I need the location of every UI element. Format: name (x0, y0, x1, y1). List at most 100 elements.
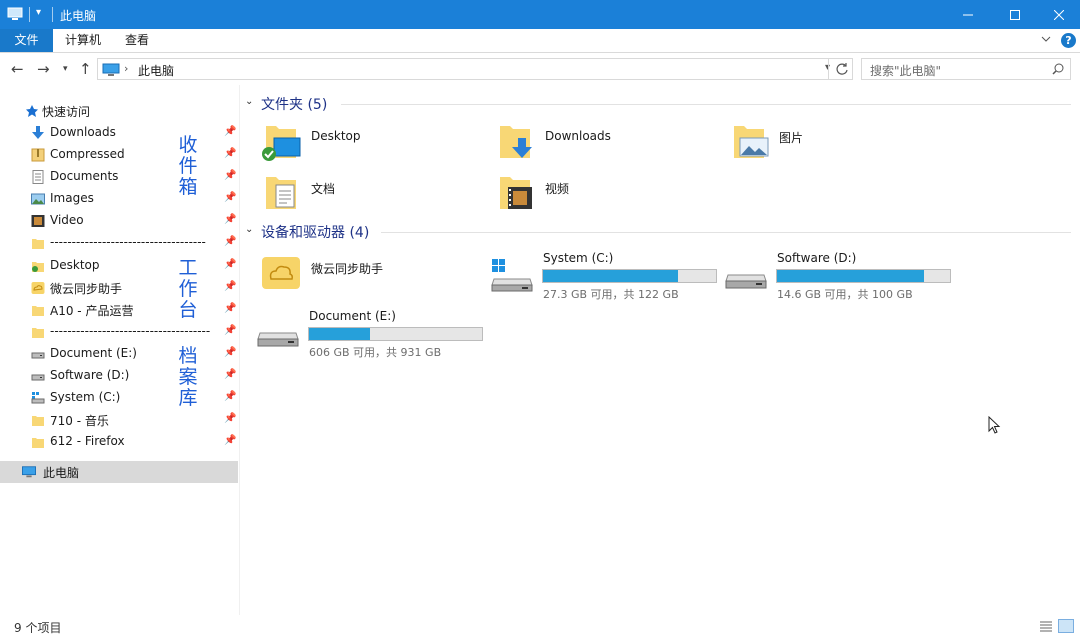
sidebar-item-images[interactable]: Images 📌 (0, 188, 238, 210)
devices-group-header[interactable]: ⌄ 设备和驱动器 (4) (245, 222, 1075, 242)
sidebar-item-710[interactable]: 710 - 音乐 📌 (0, 409, 238, 431)
drive-name: System (C:) (543, 251, 614, 265)
folder-label: 视频 (545, 182, 570, 196)
breadcrumb-chevron-icon[interactable]: › (124, 62, 128, 75)
sidebar-item-weiyun[interactable]: 微云同步助手 📌 (0, 277, 238, 299)
pin-icon[interactable]: 📌 (224, 236, 236, 247)
tab-view[interactable]: 查看 (125, 29, 149, 52)
search-placeholder: 搜索"此电脑" (870, 64, 942, 78)
sidebar-item-label: Document (E:) (50, 346, 137, 360)
search-icon[interactable] (1052, 63, 1064, 75)
sidebar-item-documents[interactable]: Documents 📌 (0, 166, 238, 188)
sidebar-item-label: 710 - 音乐 (50, 414, 109, 428)
drive-c[interactable]: System (C:) 27.3 GB 可用，共 122 GB (477, 245, 717, 305)
pin-icon[interactable]: 📌 (224, 413, 236, 424)
details-view-icon[interactable] (1039, 619, 1053, 633)
pin-icon[interactable]: 📌 (224, 303, 236, 314)
minimize-button[interactable] (945, 0, 990, 29)
folder-label: 图片 (779, 131, 804, 145)
tab-file[interactable]: 文件 (0, 29, 53, 52)
folder-documents[interactable]: 文档 (245, 167, 475, 215)
pin-icon[interactable]: 📌 (224, 148, 236, 159)
pin-icon[interactable]: 📌 (224, 192, 236, 203)
sidebar-item-label: ------------------------------------ (50, 235, 206, 249)
refresh-icon[interactable] (831, 58, 853, 80)
pin-icon[interactable]: 📌 (224, 347, 236, 358)
pin-icon[interactable]: 📌 (224, 391, 236, 402)
sidebar-item-label: 微云同步助手 (50, 282, 123, 296)
pin-icon[interactable]: 📌 (224, 126, 236, 137)
drive-free-space: 27.3 GB 可用，共 122 GB (543, 288, 679, 301)
refresh-separator (828, 59, 829, 79)
weiyun-sync-item[interactable]: 微云同步助手 (245, 247, 475, 295)
window-title: 此电脑 (60, 9, 97, 23)
sidebar-item-a10[interactable]: A10 - 产品运营 📌 (0, 299, 238, 321)
help-icon[interactable]: ? (1061, 33, 1076, 48)
chevron-down-icon[interactable] (1041, 35, 1051, 43)
sidebar-item-label: Downloads (50, 125, 116, 139)
annotation-archive: 档案库 (177, 346, 199, 409)
desktop-folder-icon (32, 262, 44, 272)
sidebar-item-desktop[interactable]: Desktop 📌 (0, 255, 238, 277)
drive-name: Document (E:) (309, 309, 396, 323)
cloud-sync-icon (31, 282, 45, 294)
annotation-text: 收件箱 (178, 134, 198, 198)
folder-label: 文档 (311, 182, 336, 196)
pin-icon[interactable]: 📌 (224, 325, 236, 336)
status-bar: 9 个项目 (0, 615, 1080, 637)
address-bar[interactable]: › 此电脑 ▾ (97, 58, 853, 80)
pin-icon[interactable]: 📌 (224, 435, 236, 446)
pin-icon[interactable]: 📌 (224, 170, 236, 181)
folder-pictures[interactable]: 图片 (713, 116, 943, 164)
tab-computer[interactable]: 计算机 (65, 29, 101, 52)
sidebar-item-compressed[interactable]: Compressed 📌 (0, 144, 238, 166)
drive-e[interactable]: Document (E:) 606 GB 可用，共 931 GB (243, 303, 483, 363)
mouse-cursor-icon (988, 416, 1001, 434)
sidebar-item-drive-e[interactable]: Document (E:) 📌 (0, 343, 238, 365)
large-icons-view-icon[interactable] (1058, 619, 1074, 633)
pin-icon[interactable]: 📌 (224, 259, 236, 270)
sidebar-item-this-pc[interactable]: 此电脑 (0, 461, 238, 483)
sidebar-item-label: Software (D:) (50, 368, 130, 382)
sidebar-item-drive-c[interactable]: System (C:) 📌 (0, 387, 238, 409)
drive-usage-fill (777, 270, 925, 282)
star-pin-icon (26, 105, 38, 117)
chevron-down-icon[interactable]: ⌄ (245, 96, 253, 107)
folder-icon (32, 306, 44, 316)
chevron-down-icon[interactable]: ⌄ (245, 224, 253, 235)
back-icon[interactable]: ← (11, 60, 24, 78)
folder-videos[interactable]: 视频 (479, 167, 709, 215)
desktop-folder-icon (262, 126, 301, 161)
folder-downloads[interactable]: Downloads (479, 116, 709, 164)
sidebar-item-downloads[interactable]: Downloads 📌 (0, 122, 238, 144)
video-icon (31, 215, 45, 227)
group-title: 设备和驱动器 (4) (261, 225, 370, 241)
maximize-button[interactable] (992, 0, 1037, 29)
forward-icon[interactable]: → (37, 60, 50, 78)
sidebar-item-label: 快速访问 (42, 105, 91, 119)
pin-icon[interactable]: 📌 (224, 214, 236, 225)
sidebar-item-video[interactable]: Video 📌 (0, 210, 238, 232)
breadcrumb[interactable]: 此电脑 (138, 62, 174, 79)
archive-icon (31, 148, 45, 162)
recent-dropdown-icon[interactable]: ▾ (63, 64, 68, 74)
sidebar-item-label: Video (50, 213, 84, 227)
sidebar-item-separator-2[interactable]: ------------------------------------- 📌 (0, 321, 238, 343)
close-button[interactable] (1036, 0, 1080, 29)
pin-icon[interactable]: 📌 (224, 281, 236, 292)
sidebar-item-separator-1[interactable]: ------------------------------------ 📌 (0, 232, 238, 254)
folders-group-header[interactable]: ⌄ 文件夹 (5) (245, 94, 1075, 114)
search-input[interactable]: 搜索"此电脑" (861, 58, 1071, 80)
sidebar-item-612[interactable]: 612 - Firefox 📌 (0, 431, 238, 453)
drive-icon (257, 332, 299, 347)
drive-d[interactable]: Software (D:) 14.6 GB 可用，共 100 GB (711, 245, 951, 305)
quick-access-dropdown-icon[interactable]: ▾ (36, 7, 41, 18)
cloud-sync-icon (262, 257, 300, 289)
folder-desktop[interactable]: Desktop (245, 116, 475, 164)
sidebar-item-drive-d[interactable]: Software (D:) 📌 (0, 365, 238, 387)
pin-icon[interactable]: 📌 (224, 369, 236, 380)
up-icon[interactable]: ↑ (79, 60, 92, 78)
videos-folder-icon (500, 177, 532, 209)
sidebar-item-quick-access[interactable]: 快速访问 (0, 100, 238, 122)
sidebar-item-label: A10 - 产品运营 (50, 304, 134, 318)
